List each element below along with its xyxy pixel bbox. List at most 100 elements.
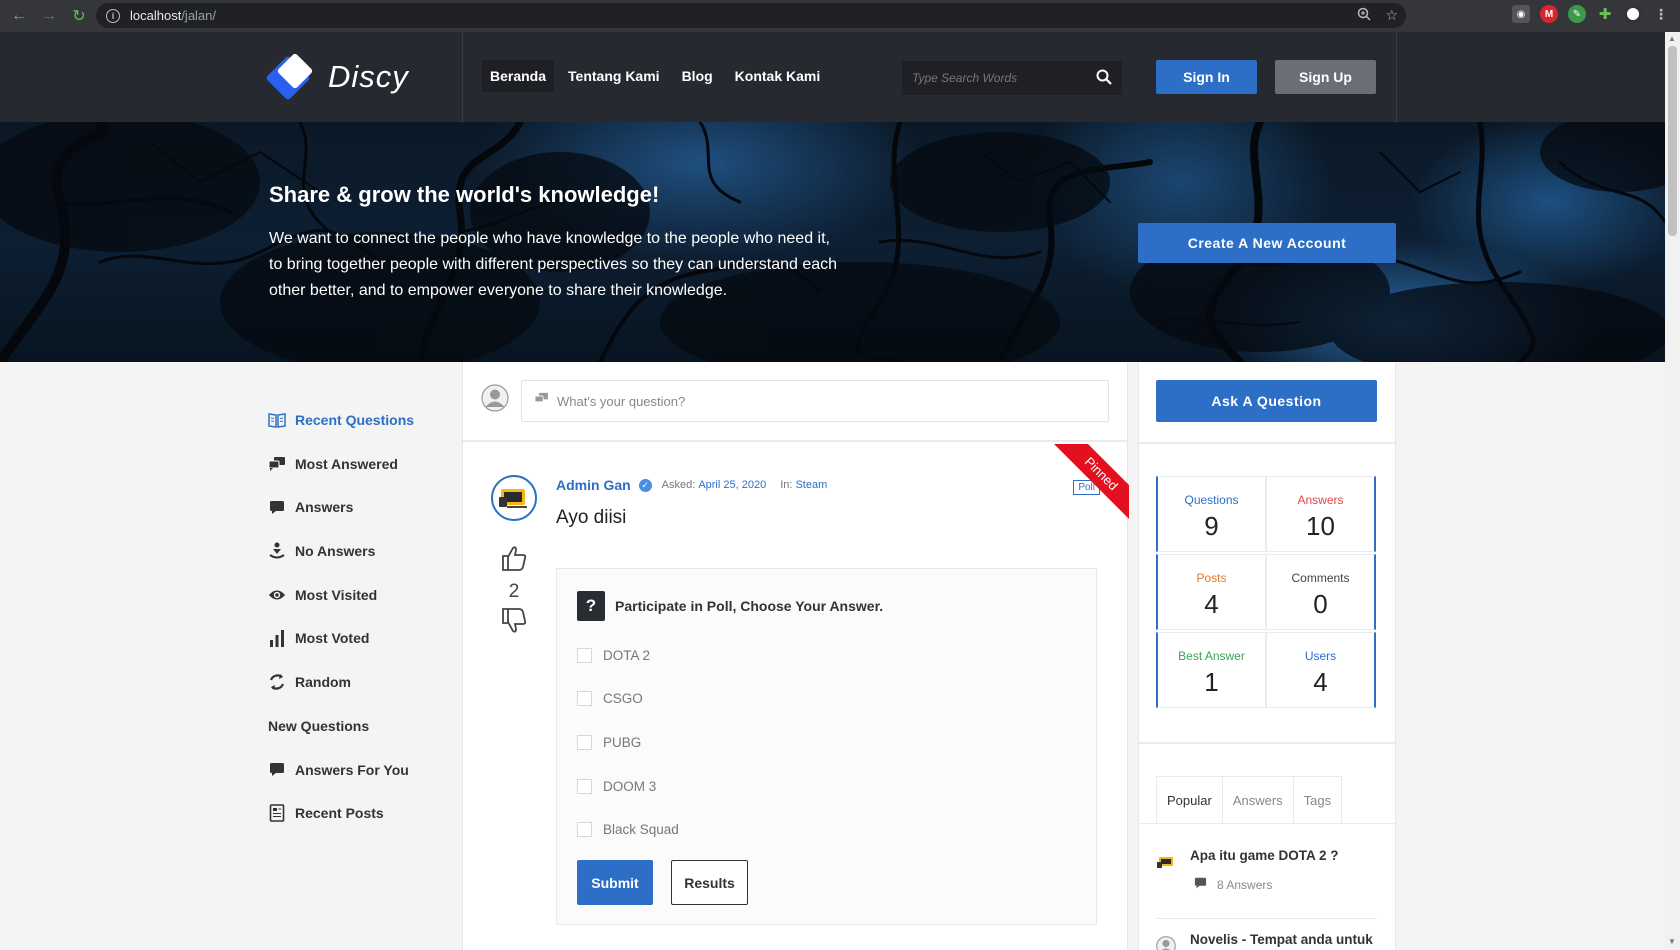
scrollbar-thumb[interactable]	[1668, 46, 1677, 236]
poll-checkbox[interactable]	[577, 734, 592, 750]
camera-extension-icon[interactable]: ◉	[1512, 5, 1530, 23]
poll-option[interactable]: DOTA 2	[577, 645, 679, 665]
create-account-button[interactable]: Create A New Account	[1138, 223, 1396, 263]
page-scrollbar[interactable]: ▲ ▼	[1665, 32, 1680, 950]
stat-best-answer: Best Answer 1	[1156, 632, 1266, 708]
poll-results-button[interactable]: Results	[671, 860, 748, 905]
poll-option[interactable]: CSGO	[577, 689, 679, 709]
ask-question-button[interactable]: Ask A Question	[1156, 380, 1377, 422]
info-icon[interactable]: i	[106, 8, 120, 23]
url-text: localhost/jalan/	[130, 8, 217, 23]
post-avatar[interactable]	[1156, 852, 1176, 872]
poll-checkbox[interactable]	[577, 778, 592, 794]
poll-box: ? Participate in Poll, Choose Your Answe…	[556, 568, 1097, 925]
right-sidebar: Ask A Question Questions 9 Answers 10 Po…	[1138, 362, 1396, 950]
divider	[1139, 742, 1395, 744]
document-icon	[268, 804, 286, 822]
user-avatar-icon	[481, 384, 509, 412]
post-title[interactable]: Novelis - Tempat anda untuk	[1190, 932, 1373, 947]
left-nav: Recent Questions Most Answered Answers N…	[268, 410, 414, 847]
logo-text: Discy	[328, 59, 409, 94]
vote-count: 2	[508, 581, 520, 602]
forward-arrow-icon[interactable]: →	[36, 3, 62, 29]
leaf-extension-icon[interactable]: ✎	[1568, 5, 1586, 23]
tab-tags[interactable]: Tags	[1292, 776, 1343, 823]
menu-dots-icon[interactable]: ⋮	[1652, 5, 1670, 23]
sidebar-item-answers[interactable]: Answers	[268, 497, 414, 517]
poll-options: DOTA 2 CSGO PUBG DOOM 3 Black Squad	[577, 645, 679, 863]
sidebar-item-answers-for-you[interactable]: Answers For You	[268, 760, 414, 780]
tab-answers[interactable]: Answers	[1221, 776, 1294, 823]
refresh-icon	[268, 673, 286, 691]
puzzle-extension-icon[interactable]: ✚	[1596, 5, 1614, 23]
hero-banner: Share & grow the world's knowledge! We w…	[0, 122, 1665, 362]
sidebar-item-random[interactable]: Random	[268, 672, 414, 692]
stat-posts: Posts 4	[1156, 554, 1266, 630]
hero-title: Share & grow the world's knowledge!	[269, 182, 660, 207]
question-input[interactable]	[557, 393, 1097, 409]
category-link[interactable]: Steam	[795, 479, 827, 491]
poll-checkbox[interactable]	[577, 691, 592, 707]
poll-checkbox[interactable]	[577, 647, 592, 663]
pinned-ribbon: Pinned	[1049, 444, 1129, 524]
sidebar-item-most-visited[interactable]: Most Visited	[268, 585, 414, 605]
poll-option[interactable]: PUBG	[577, 732, 679, 752]
logo[interactable]: Discy	[265, 52, 409, 101]
search-input[interactable]	[902, 71, 1082, 85]
thumbs-down-icon[interactable]	[499, 607, 529, 640]
post-avatar[interactable]	[1156, 936, 1176, 950]
main-nav: Beranda Tentang Kami Blog Kontak Kami	[482, 60, 828, 92]
bar-chart-icon	[268, 629, 286, 648]
stat-answers: Answers 10	[1266, 476, 1376, 552]
question-title[interactable]: Ayo diisi	[556, 507, 626, 529]
sidebar-item-recent-posts[interactable]: Recent Posts	[268, 803, 414, 823]
divider	[1156, 918, 1377, 919]
chat-bubbles-icon	[534, 392, 549, 410]
thumbs-up-icon[interactable]	[499, 544, 529, 577]
signin-button[interactable]: Sign In	[1156, 60, 1257, 94]
nav-tentang-kami[interactable]: Tentang Kami	[560, 60, 668, 92]
author-name[interactable]: Admin Gan	[556, 477, 631, 493]
tabs-underline	[1139, 823, 1395, 824]
question-card: Admin Gan ✓ Asked: April 25, 2020 In: St…	[463, 444, 1129, 950]
comment-icon	[1194, 877, 1207, 892]
sidebar-item-new-questions[interactable]: New Questions	[268, 716, 414, 736]
sidebar-item-most-answered[interactable]: Most Answered	[268, 454, 414, 474]
stat-users: Users 4	[1266, 632, 1376, 708]
poll-checkbox[interactable]	[577, 822, 592, 838]
address-bar[interactable]: i localhost/jalan/ ☆	[96, 3, 1406, 28]
post-meta: 8 Answers	[1194, 877, 1272, 892]
scroll-down-arrow-icon[interactable]: ▼	[1668, 937, 1676, 946]
star-icon[interactable]: ☆	[1385, 7, 1398, 24]
hero-text: We want to connect the people who have k…	[269, 230, 838, 299]
post-title[interactable]: Apa itu game DOTA 2 ?	[1190, 848, 1339, 863]
scroll-up-arrow-icon[interactable]: ▲	[1668, 34, 1676, 43]
nav-kontak-kami[interactable]: Kontak Kami	[727, 60, 829, 92]
back-arrow-icon[interactable]: ←	[6, 3, 32, 29]
stat-comments: Comments 0	[1266, 554, 1376, 630]
asked-date[interactable]: April 25, 2020	[698, 479, 766, 491]
nav-blog[interactable]: Blog	[674, 60, 721, 92]
main-content: Admin Gan ✓ Asked: April 25, 2020 In: St…	[462, 362, 1129, 950]
reload-icon[interactable]: ↻	[66, 3, 92, 29]
search-icon[interactable]	[1096, 69, 1112, 90]
header-divider-right	[1396, 32, 1397, 122]
poll-option[interactable]: DOOM 3	[577, 776, 679, 796]
tab-popular[interactable]: Popular	[1156, 776, 1223, 823]
nav-beranda[interactable]: Beranda	[482, 60, 555, 92]
poll-submit-button[interactable]: Submit	[577, 860, 653, 905]
sidebar-item-most-voted[interactable]: Most Voted	[268, 628, 414, 648]
poll-option[interactable]: Black Squad	[577, 820, 679, 840]
profile-avatar-icon[interactable]	[1624, 5, 1642, 23]
comment-icon	[268, 498, 286, 516]
author-avatar[interactable]	[491, 475, 537, 521]
m-extension-icon[interactable]: M	[1540, 5, 1558, 23]
sidebar-item-recent-questions[interactable]: Recent Questions	[268, 410, 414, 430]
zoom-icon[interactable]	[1357, 7, 1371, 24]
signup-button[interactable]: Sign Up	[1275, 60, 1376, 94]
header-divider	[462, 32, 463, 122]
site-header: Discy Beranda Tentang Kami Blog Kontak K…	[0, 32, 1665, 122]
sidebar-item-no-answers[interactable]: No Answers	[268, 541, 414, 561]
verified-check-icon: ✓	[638, 478, 652, 492]
question-mark-icon: ?	[577, 591, 605, 621]
